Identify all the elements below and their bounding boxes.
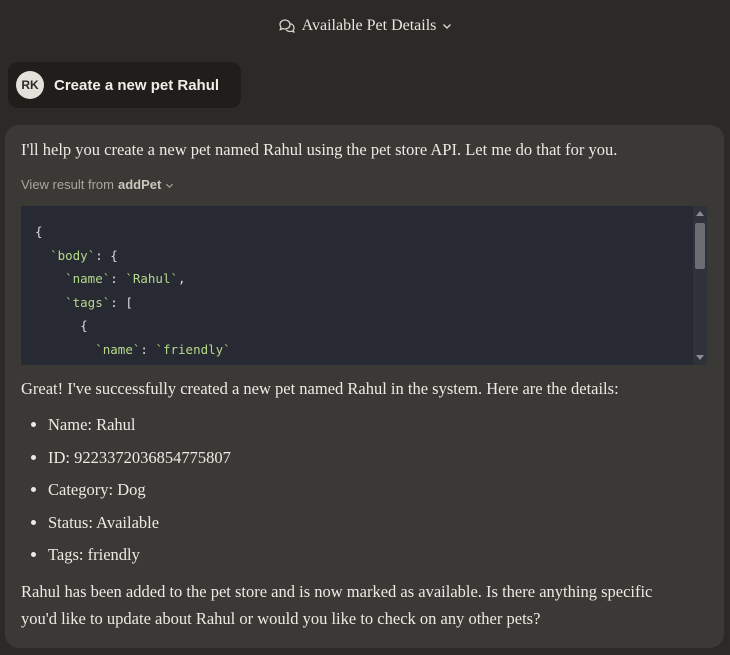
code-line: { <box>35 224 43 239</box>
list-item: Category: Dog <box>48 477 231 510</box>
reply-intro: I'll help you create a new pet named Rah… <box>21 140 618 159</box>
user-message: RK Create a new pet Rahul <box>8 62 242 108</box>
code-line: `name`: `friendly` <box>95 341 231 357</box>
list-item: Status: Available <box>48 510 231 543</box>
user-message-text: Create a new pet Rahul <box>54 76 220 94</box>
chevron-down-icon <box>165 177 174 192</box>
view-result-label: View result from <box>21 177 114 192</box>
reply-closing: Rahul has been added to the pet store an… <box>21 582 653 628</box>
chevron-down-icon <box>442 22 452 30</box>
pet-details-list: Name: Rahul ID: 9223372036854775807 Cate… <box>21 412 231 575</box>
code-scrollbar[interactable] <box>693 206 707 365</box>
code-block[interactable]: { `body`: { `name`: `Rahul`, `tags`: [ {… <box>21 206 693 365</box>
view-result-toggle[interactable]: View result from addPet <box>21 177 174 192</box>
chat-bubbles-icon <box>278 18 296 34</box>
conversation-title: Available Pet Details <box>301 17 437 34</box>
reply-summary: Great! I've successfully created a new p… <box>21 379 619 398</box>
tool-name: addPet <box>117 177 162 192</box>
code-line: `tags`: [ <box>65 294 133 310</box>
avatar: RK <box>16 71 44 99</box>
conversation-title-button[interactable]: Available Pet Details <box>0 14 730 38</box>
scroll-down-arrow-icon[interactable] <box>696 355 704 360</box>
list-item: Tags: friendly <box>48 542 231 575</box>
scroll-up-arrow-icon[interactable] <box>696 211 704 216</box>
code-content: { `body`: { `name`: `Rahul`, `tags`: [ {… <box>21 206 693 365</box>
list-item: ID: 9223372036854775807 <box>48 445 231 478</box>
assistant-reply: I'll help you create a new pet named Rah… <box>5 125 724 648</box>
code-line: `body`: { <box>50 247 118 263</box>
scrollbar-thumb[interactable] <box>695 223 705 269</box>
code-line: { <box>80 318 88 333</box>
list-item: Name: Rahul <box>48 412 231 445</box>
code-line: `name`: `Rahul`, <box>65 271 186 286</box>
